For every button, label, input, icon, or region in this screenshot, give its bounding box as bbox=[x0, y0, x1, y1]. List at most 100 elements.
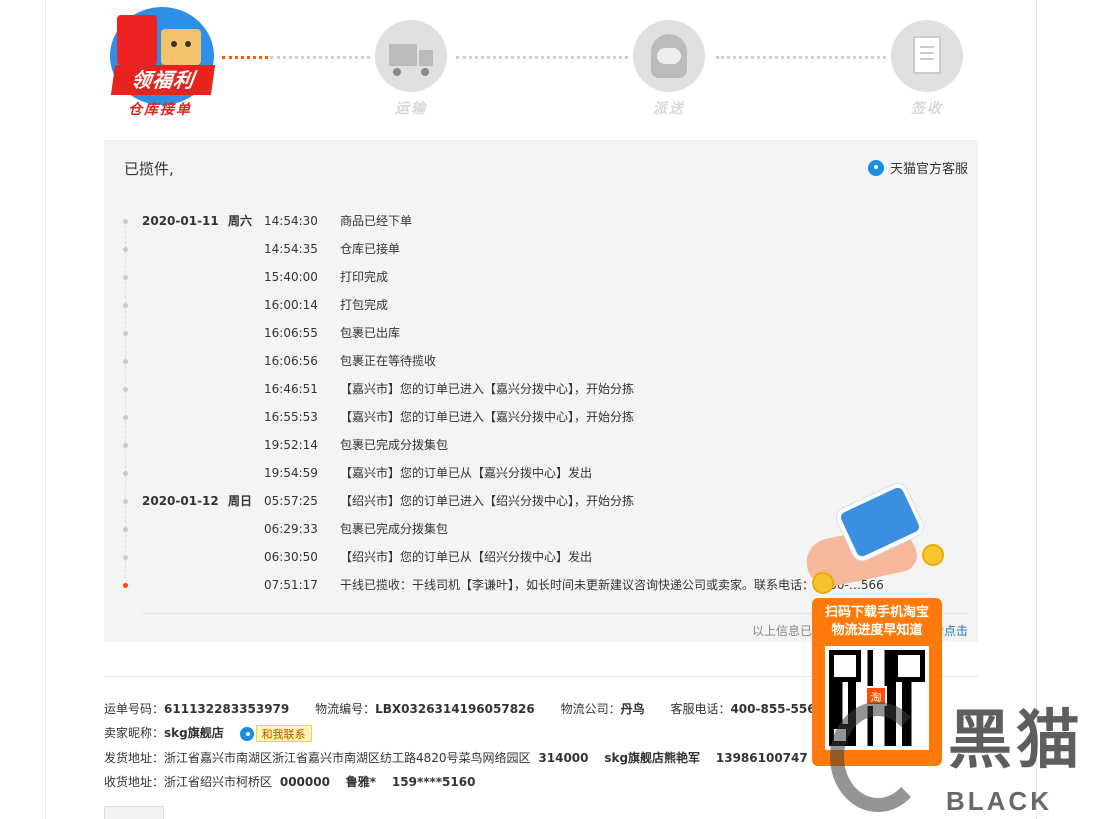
seller-row: 卖家昵称：skg旗舰店 和我联系 bbox=[104, 724, 312, 742]
event-date: 2020-01-11 bbox=[142, 214, 219, 228]
timeline-dot-icon bbox=[123, 387, 128, 392]
timeline-dot-icon bbox=[123, 275, 128, 280]
event-description: 打包完成 bbox=[340, 298, 389, 312]
progress-connector bbox=[270, 56, 370, 59]
seller-name[interactable]: skg旗舰店 bbox=[164, 726, 224, 740]
timeline-dot-icon bbox=[123, 303, 128, 308]
event-time: 14:54:30 bbox=[264, 214, 318, 228]
receive-phone: 159****5160 bbox=[391, 775, 476, 789]
step-transport: 运输 bbox=[356, 20, 466, 118]
receive-zip: 000000 bbox=[279, 775, 330, 789]
tracking-event: 16:55:53 【嘉兴市】您的订单已进入【嘉兴分拨中心】，开始分拣 bbox=[104, 407, 978, 427]
timeline-dot-icon bbox=[123, 415, 128, 420]
tracking-event: 16:06:56 包裹正在等待揽收 bbox=[104, 351, 978, 371]
receipt-icon bbox=[913, 36, 941, 74]
step-delivery: 派送 bbox=[614, 20, 724, 118]
step-signed: 签收 bbox=[872, 20, 982, 118]
step-label: 派送 bbox=[653, 101, 685, 117]
event-time: 16:06:55 bbox=[264, 326, 318, 340]
tracking-event: 16:46:51 【嘉兴市】您的订单已进入【嘉兴分拨中心】，开始分拣 bbox=[104, 379, 978, 399]
event-description: 【绍兴市】您的订单已进入【绍兴分拨中心】，开始分拣 bbox=[340, 494, 635, 508]
timeline-dot-icon bbox=[123, 219, 128, 224]
event-description: 包裹正在等待揽收 bbox=[340, 354, 437, 368]
event-description: 商品已经下单 bbox=[340, 214, 413, 228]
truck-icon bbox=[389, 44, 433, 76]
event-date: 2020-01-12 bbox=[142, 494, 219, 508]
event-time: 06:30:50 bbox=[264, 550, 318, 564]
receive-name: 鲁雅* bbox=[345, 775, 377, 789]
chat-bubble-icon bbox=[239, 726, 254, 741]
phone-hand-illustration bbox=[802, 480, 950, 594]
promo-line-1: 扫码下载手机淘宝 bbox=[824, 605, 929, 620]
event-time: 16:46:51 bbox=[264, 382, 318, 396]
event-description: 包裹已出库 bbox=[340, 326, 401, 340]
timeline-dot-icon bbox=[123, 499, 128, 504]
event-time: 19:52:14 bbox=[264, 438, 318, 452]
download-app-promo[interactable]: 扫码下载手机淘宝 物流进度早知道 淘 bbox=[812, 598, 942, 766]
box-mascot-icon bbox=[161, 29, 201, 65]
promo-line-2: 物流进度早知道 bbox=[831, 623, 923, 638]
event-time: 16:06:56 bbox=[264, 354, 318, 368]
event-description: 打印完成 bbox=[340, 270, 389, 284]
event-description: 【嘉兴市】您的订单已进入【嘉兴分拨中心】，开始分拣 bbox=[340, 382, 635, 396]
event-description: 包裹已完成分拨集包 bbox=[340, 522, 449, 536]
timeline-dot-icon bbox=[123, 471, 128, 476]
welfare-badge-label: 领福利 bbox=[110, 65, 216, 95]
logistics-number: LBX0326314196057826 bbox=[375, 702, 535, 716]
event-time: 05:57:25 bbox=[264, 494, 318, 508]
red-envelope-icon bbox=[117, 15, 157, 65]
ship-address-row: 发货地址：浙江省嘉兴市南湖区浙江省嘉兴市南湖区纺工路4820号菜鸟网络园区 31… bbox=[104, 751, 808, 765]
logistics-company: 丹鸟 bbox=[620, 702, 645, 716]
ship-contact: skg旗舰店熊艳军 bbox=[604, 751, 701, 765]
event-time: 14:54:35 bbox=[264, 242, 318, 256]
step-label: 运输 bbox=[395, 101, 427, 117]
event-time: 16:00:14 bbox=[264, 298, 318, 312]
step-label: 签收 bbox=[911, 101, 943, 117]
timeline-dot-icon bbox=[123, 331, 128, 336]
timeline-dot-icon bbox=[123, 443, 128, 448]
event-weekday: 周日 bbox=[228, 494, 253, 508]
tracking-event: 15:40:00 打印完成 bbox=[104, 267, 978, 287]
tracking-event: 19:54:59 【嘉兴市】您的订单已从【嘉兴分拨中心】发出 bbox=[104, 463, 978, 483]
service-hotline: 400-855-5566 bbox=[730, 702, 824, 716]
welfare-badge[interactable]: 领福利 bbox=[105, 5, 216, 105]
logistics-page: 领福利 仓库接单 运输 派送 签收 已揽件, 天猫官方客服 2020-01-11… bbox=[0, 0, 1102, 819]
step-warehouse: 领福利 仓库接单 bbox=[100, 5, 220, 118]
ship-address: 浙江省嘉兴市南湖区浙江省嘉兴市南湖区纺工路4820号菜鸟网络园区 bbox=[164, 751, 531, 765]
event-description: 【嘉兴市】您的订单已进入【嘉兴分拨中心】，开始分拣 bbox=[340, 410, 635, 424]
courier-icon bbox=[651, 34, 687, 78]
event-description: 仓库已接单 bbox=[340, 242, 401, 256]
event-description: 包裹已完成分拨集包 bbox=[340, 438, 449, 452]
product-thumbnail[interactable] bbox=[104, 806, 164, 819]
event-time: 15:40:00 bbox=[264, 270, 318, 284]
ship-phone: 13986100747 bbox=[715, 751, 808, 765]
step-label: 仓库接单 bbox=[128, 102, 192, 118]
progress-connector-active bbox=[222, 56, 268, 59]
progress-connector bbox=[456, 56, 628, 59]
receive-address-row: 收货地址：浙江省绍兴市柯桥区 000000 鲁雅* 159****5160 bbox=[104, 775, 476, 789]
waybill-number: 611132283353979 bbox=[164, 702, 290, 716]
customer-service-label: 天猫官方客服 bbox=[889, 162, 968, 177]
event-time: 07:51:17 bbox=[264, 578, 318, 592]
coin-icon bbox=[922, 544, 944, 566]
qr-code: 淘 bbox=[825, 646, 929, 750]
timeline-dot-icon bbox=[123, 247, 128, 252]
event-time: 06:29:33 bbox=[264, 522, 318, 536]
tracking-event: 16:06:55 包裹已出库 bbox=[104, 323, 978, 343]
tracking-event: 14:54:35 仓库已接单 bbox=[104, 239, 978, 259]
progress-connector bbox=[716, 56, 886, 59]
tracking-event: 19:52:14 包裹已完成分拨集包 bbox=[104, 435, 978, 455]
taobao-logo-icon: 淘 bbox=[865, 686, 887, 706]
contact-seller-button[interactable]: 和我联系 bbox=[255, 725, 312, 742]
customer-service-link[interactable]: 天猫官方客服 bbox=[867, 158, 968, 177]
timeline-dot-icon bbox=[123, 527, 128, 532]
timeline-dot-icon bbox=[123, 583, 128, 588]
event-weekday: 周六 bbox=[228, 214, 253, 228]
event-description: 【嘉兴市】您的订单已从【嘉兴分拨中心】发出 bbox=[340, 466, 593, 480]
coin-icon bbox=[812, 572, 834, 594]
event-description: 【绍兴市】您的订单已从【绍兴分拨中心】发出 bbox=[340, 550, 593, 564]
event-description: 干线已揽收：干线司机【李谦叶】，如长时间未更新建议咨询快递公司或卖家。联系电话：… bbox=[340, 578, 884, 592]
chat-bubble-icon bbox=[867, 159, 884, 176]
tracking-event: 16:00:14 打包完成 bbox=[104, 295, 978, 315]
tracking-event: 2020-01-11 周六 14:54:30 商品已经下单 bbox=[104, 211, 978, 231]
